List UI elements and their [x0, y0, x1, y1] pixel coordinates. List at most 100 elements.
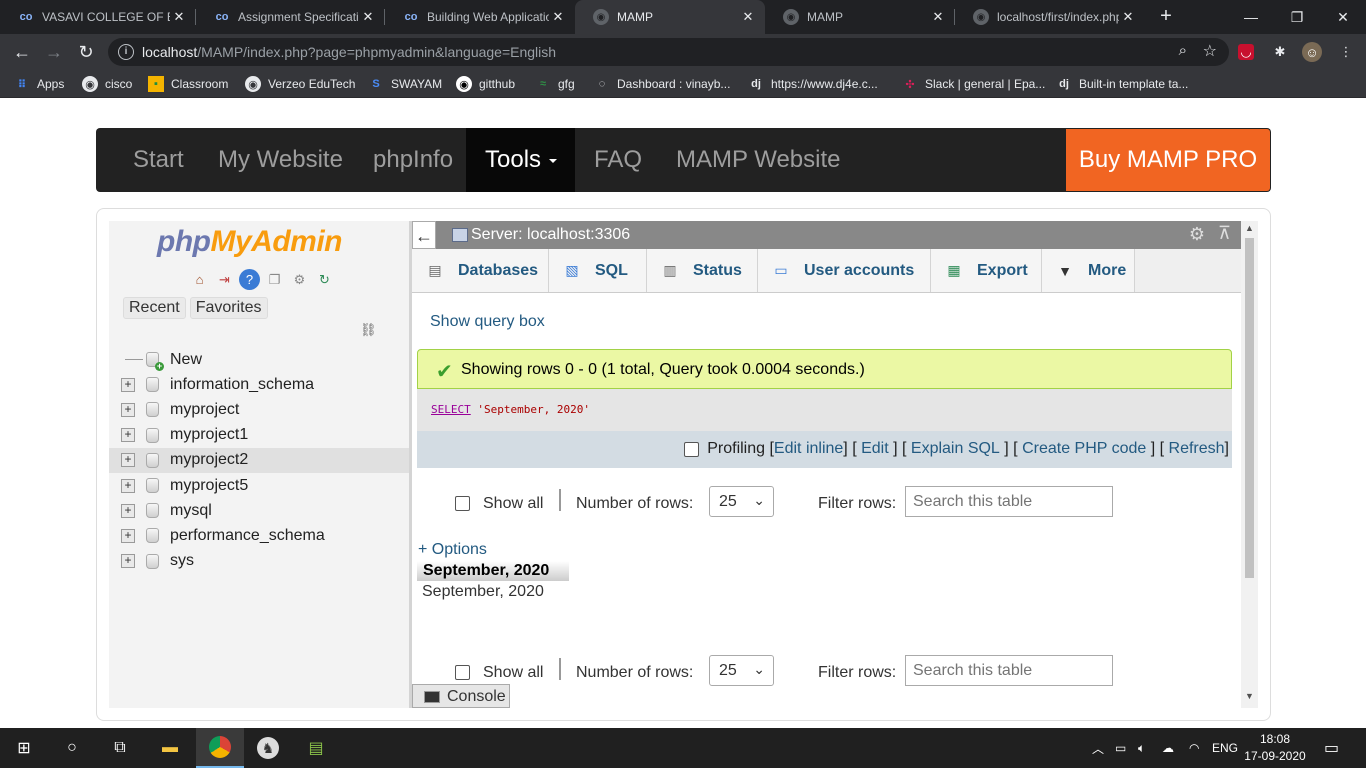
- tab-status[interactable]: ▥ Status: [647, 249, 758, 292]
- close-icon[interactable]: ✕: [739, 9, 757, 25]
- sql-keyword[interactable]: SELECT: [431, 403, 471, 416]
- bookmark-slack[interactable]: ✣ Slack | general | Epa...: [902, 76, 1045, 92]
- show-all-checkbox[interactable]: [455, 665, 470, 680]
- tab-export[interactable]: ▦ Export: [931, 249, 1042, 292]
- tree-item-database[interactable]: + information_schema: [109, 372, 409, 397]
- wifi-icon[interactable]: ◠: [1189, 728, 1199, 768]
- rows-per-page-select[interactable]: 25 ⌄: [709, 486, 774, 517]
- close-icon[interactable]: ✕: [549, 9, 567, 25]
- collapse-nav-arrow-icon[interactable]: ←: [412, 221, 436, 249]
- browser-tab[interactable]: co Assignment Specificatio ✕: [196, 0, 385, 34]
- result-column-header[interactable]: September, 2020: [417, 561, 569, 581]
- scrollbar-thumb[interactable]: [1245, 238, 1254, 578]
- volume-icon[interactable]: 🔈︎: [1138, 728, 1145, 768]
- expand-icon[interactable]: +: [121, 503, 135, 518]
- expand-icon[interactable]: +: [121, 478, 135, 493]
- bookmark-apps[interactable]: ⠿ Apps: [14, 76, 65, 92]
- extensions-puzzle-icon[interactable]: ✱: [1270, 42, 1290, 62]
- collapse-top-icon[interactable]: ⊼: [1218, 223, 1231, 244]
- tab-user-accounts[interactable]: ▭ User accounts: [758, 249, 931, 292]
- edit-inline-link[interactable]: Edit inline: [774, 440, 843, 458]
- bookmark-cisco[interactable]: ◉ cisco: [82, 76, 132, 92]
- expand-icon[interactable]: +: [121, 554, 135, 569]
- tab-databases[interactable]: ▤ Databases: [412, 249, 549, 292]
- address-bar[interactable]: i localhost/MAMP/index.php?page=phpmyadm…: [108, 38, 1229, 66]
- tree-item-database[interactable]: + myproject1: [109, 423, 409, 448]
- info-icon[interactable]: i: [118, 44, 134, 60]
- scroll-up-icon[interactable]: ▲: [1241, 223, 1258, 238]
- notifications-icon[interactable]: ▭: [1324, 728, 1339, 768]
- browser-tab[interactable]: co VASAVI COLLEGE OF EN ✕: [0, 0, 196, 34]
- vertical-scrollbar[interactable]: ▲ ▼: [1241, 221, 1258, 708]
- options-link[interactable]: + Options: [418, 541, 487, 559]
- menu-kebab-icon[interactable]: ⋮: [1336, 42, 1356, 62]
- tree-item-database[interactable]: + mysql: [109, 498, 409, 523]
- show-query-box-link[interactable]: Show query box: [430, 313, 545, 331]
- show-all-checkbox[interactable]: [455, 496, 470, 511]
- browser-tab[interactable]: ◉ MAMP ✕: [765, 0, 955, 34]
- window-close-icon[interactable]: ✕: [1320, 0, 1366, 34]
- expand-icon[interactable]: +: [121, 377, 135, 392]
- edit-link[interactable]: Edit: [861, 440, 889, 458]
- tab-more[interactable]: ▼ More: [1042, 249, 1135, 292]
- bookmark-dj4e[interactable]: dj https://www.dj4e.c...: [748, 76, 878, 92]
- pocket-extension-icon[interactable]: ◡: [1238, 44, 1254, 60]
- close-icon[interactable]: ✕: [929, 9, 947, 25]
- settings-gear-icon[interactable]: ⚙: [1189, 224, 1205, 245]
- close-icon[interactable]: ✕: [1119, 9, 1137, 25]
- tab-sql[interactable]: ▧ SQL: [549, 249, 647, 292]
- browser-tab[interactable]: ◉ localhost/first/index.php ✕: [955, 0, 1145, 34]
- reload-icon[interactable]: ↻: [74, 40, 98, 64]
- nav-phpinfo[interactable]: phpInfo: [373, 128, 453, 192]
- scroll-down-icon[interactable]: ▼: [1241, 691, 1258, 706]
- bookmark-verzeo[interactable]: ◉ Verzeo EduTech: [245, 76, 355, 92]
- result-cell[interactable]: September, 2020: [422, 583, 544, 601]
- system-clock[interactable]: 18:08 17-09-2020: [1240, 731, 1310, 765]
- profiling-checkbox[interactable]: [684, 441, 700, 457]
- expand-icon[interactable]: +: [121, 453, 135, 468]
- expand-icon[interactable]: +: [121, 528, 135, 543]
- bookmark-classroom[interactable]: ▪ Classroom: [148, 76, 228, 92]
- gear-icon[interactable]: ⚙: [289, 269, 310, 290]
- search-circle-icon[interactable]: ○: [48, 728, 96, 768]
- nav-faq[interactable]: FAQ: [594, 128, 642, 192]
- close-icon[interactable]: ✕: [359, 9, 377, 25]
- forward-arrow-icon[interactable]: →: [42, 40, 66, 64]
- close-icon[interactable]: ✕: [170, 9, 188, 25]
- notepad-plus-icon[interactable]: ▤: [292, 728, 340, 768]
- onedrive-cloud-icon[interactable]: ☁: [1162, 728, 1174, 768]
- minimize-icon[interactable]: —: [1228, 0, 1274, 34]
- phpmyadmin-logo[interactable]: phpMyAdmin: [157, 225, 342, 259]
- file-explorer-icon[interactable]: ▬: [146, 728, 194, 768]
- server-breadcrumb[interactable]: Server: localhost:3306: [471, 226, 630, 244]
- back-arrow-icon[interactable]: ←: [10, 40, 34, 64]
- explain-sql-link[interactable]: Explain SQL: [911, 440, 1000, 458]
- tree-item-database-hovered[interactable]: + myproject2: [109, 447, 409, 473]
- task-view-icon[interactable]: ⧉: [96, 728, 144, 768]
- zoom-icon[interactable]: ⌕: [1179, 42, 1187, 59]
- chrome-icon[interactable]: [196, 728, 244, 768]
- home-icon[interactable]: ⌂: [189, 269, 210, 290]
- favorites-tab[interactable]: Favorites: [189, 297, 268, 319]
- filter-rows-input[interactable]: Search this table: [905, 486, 1113, 517]
- tree-item-new[interactable]: New: [109, 347, 409, 372]
- buy-mamp-pro-button[interactable]: Buy MAMP PRO: [1066, 129, 1270, 191]
- tree-item-database[interactable]: + sys: [109, 549, 409, 574]
- nav-mamp-website[interactable]: MAMP Website: [676, 128, 841, 192]
- tree-item-database[interactable]: + performance_schema: [109, 523, 409, 548]
- bookmark-dashboard[interactable]: ◌ Dashboard : vinayb...: [594, 76, 731, 92]
- tree-item-database[interactable]: + myproject5: [109, 473, 409, 498]
- recent-tab[interactable]: Recent: [123, 297, 186, 319]
- rows-per-page-select[interactable]: 25 ⌄: [709, 655, 774, 686]
- language-indicator[interactable]: ENG: [1212, 728, 1238, 768]
- bookmark-django-templates[interactable]: dj Built-in template ta...: [1056, 76, 1188, 92]
- docs-icon[interactable]: ❐: [264, 269, 285, 290]
- expand-icon[interactable]: +: [121, 428, 135, 443]
- console-toggle[interactable]: Console: [412, 684, 510, 708]
- nav-my-website[interactable]: My Website: [218, 128, 343, 192]
- link-chain-icon[interactable]: ⛓: [360, 322, 377, 338]
- bookmark-github[interactable]: ◉ gitthub: [456, 76, 515, 92]
- nav-tools[interactable]: Tools: [466, 128, 575, 192]
- create-php-code-link[interactable]: Create PHP code: [1022, 440, 1146, 458]
- url-text[interactable]: localhost/MAMP/index.php?page=phpmyadmin…: [142, 44, 556, 60]
